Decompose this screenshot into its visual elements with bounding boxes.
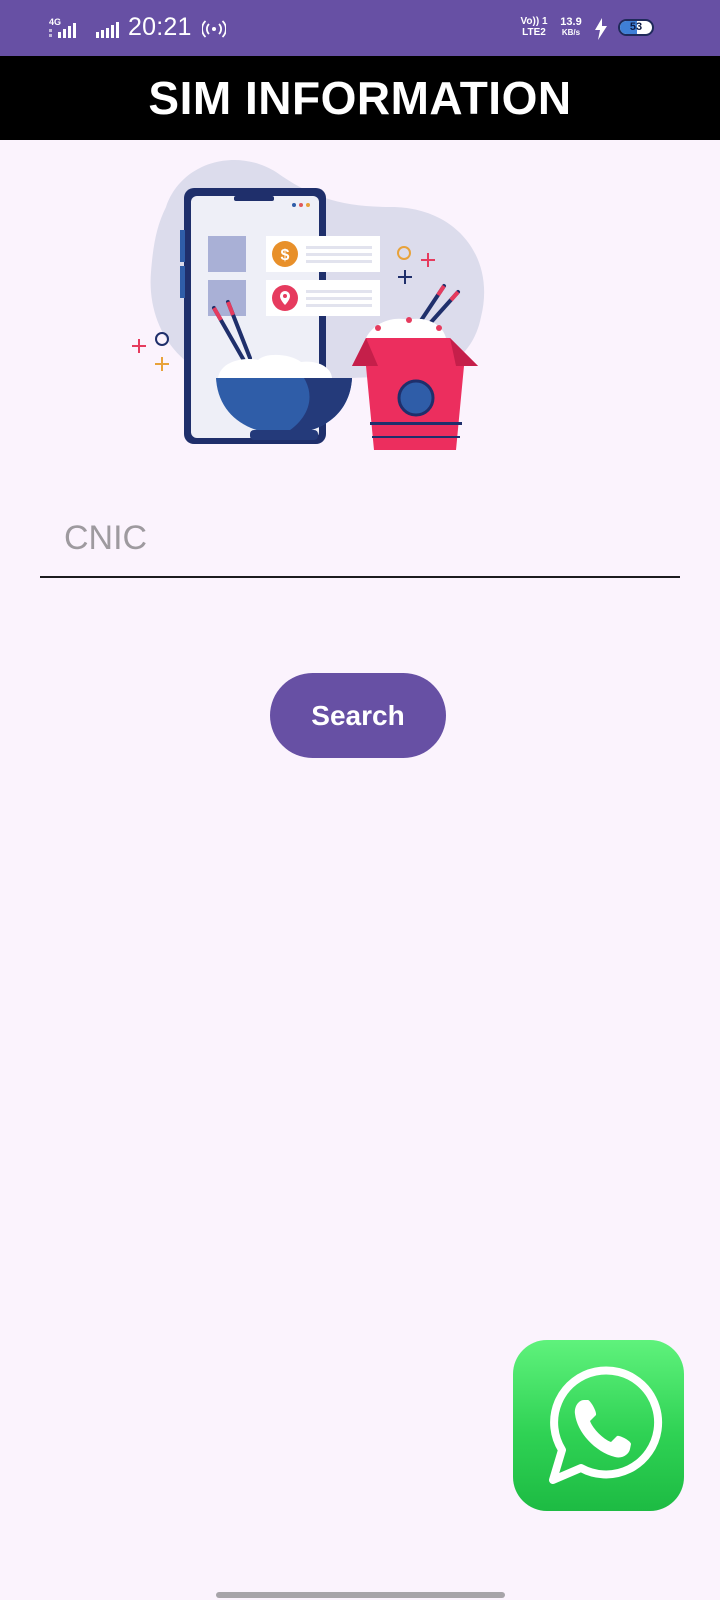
food-delivery-illustration: $ [132,159,485,450]
search-button[interactable]: Search [270,673,446,758]
clock: 20:21 [128,13,192,41]
volte-indicator: Vo)) 1 LTE2 [520,16,548,38]
whatsapp-button[interactable] [513,1340,684,1511]
network-type: 4G [49,17,61,27]
hotspot-icon [202,20,226,38]
svg-text:$: $ [281,247,290,264]
whatsapp-icon [549,1366,663,1484]
battery-level: 53 [629,21,643,33]
speed-value: 13.9 [560,16,582,28]
volte-line2: LTE2 [522,27,546,38]
charging-icon [595,18,607,40]
signal-icon-sim2 [96,22,119,38]
cnic-field [40,498,680,578]
home-indicator[interactable] [216,1592,505,1598]
page-title: SIM INFORMATION [148,72,572,124]
network-speed: 13.9 KB/s [556,16,586,38]
speed-unit: KB/s [561,28,581,37]
cnic-input[interactable] [64,514,664,562]
volte-line1: Vo)) 1 [520,16,548,27]
battery-icon: 53 [618,19,654,36]
app-title-bar: SIM INFORMATION [0,56,720,140]
status-bar: 4G 20:21 Vo)) 1 LTE2 13.9 KB/s 53 [0,0,720,56]
signal-icon: 4G [49,17,76,38]
